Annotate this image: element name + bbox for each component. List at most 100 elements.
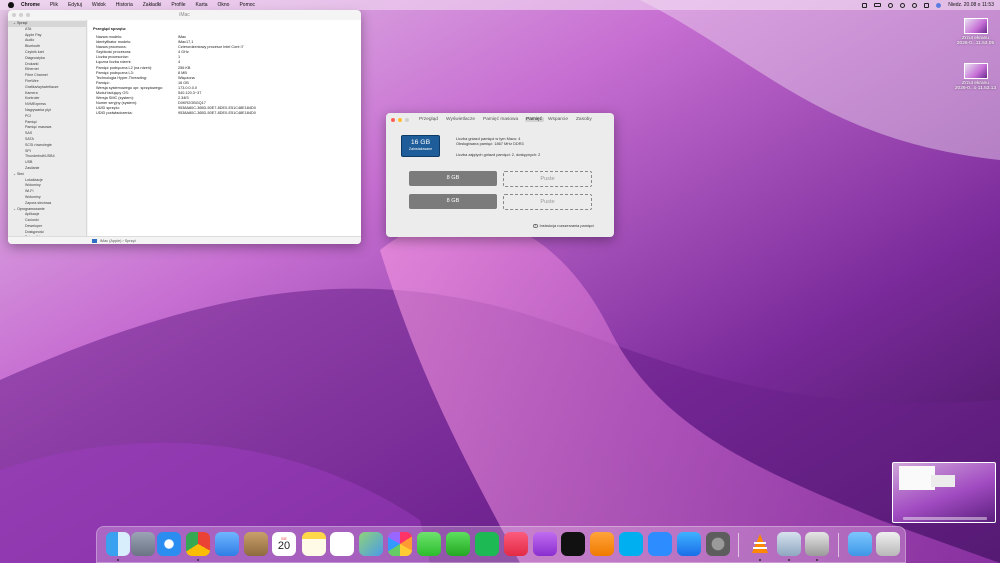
tab-overview[interactable]: Przegląd [419, 117, 438, 122]
menu-help[interactable]: Pomoc [239, 2, 255, 8]
skype-icon[interactable] [619, 532, 643, 556]
tab-support[interactable]: Wsparcie [548, 117, 568, 122]
tab-displays[interactable]: Wyświetlacze [446, 117, 475, 122]
breadcrumb-text: iMac (Apple) › Sprzęt [100, 239, 136, 243]
tab-resources[interactable]: Zasoby [576, 117, 592, 122]
preview-icon[interactable] [777, 532, 801, 556]
preview-window-2 [931, 475, 955, 487]
safari-icon[interactable] [157, 532, 181, 556]
menu-tab[interactable]: Karta [196, 2, 208, 8]
supported-memory-text: Obsługiwana pamięć: 1867 MHz DDR3 [456, 141, 524, 146]
finder-icon[interactable] [106, 532, 130, 556]
installed-label: Zainstalowane [408, 147, 433, 151]
search-icon[interactable] [912, 2, 918, 8]
screenshot-thumbnail [963, 63, 988, 79]
tab-storage[interactable]: Pamięć masowa [483, 117, 518, 122]
spec-list: Nazwa modelu: iMac Identyfikator modelu: iM… [93, 35, 361, 117]
slots-used-text: Liczba zajętych gniazd pamięci: 2, dostę… [456, 152, 541, 157]
running-indicator [816, 559, 818, 561]
tab-memory[interactable]: Pamięć [524, 117, 544, 122]
appstore-icon[interactable] [677, 532, 701, 556]
photos-icon[interactable] [388, 532, 412, 556]
memory-slot-empty-2: Puste [503, 194, 592, 210]
chrome-icon[interactable] [186, 532, 210, 556]
menu-clock[interactable]: Niedz. 20.08 o 11:53 [948, 2, 994, 8]
dock-separator [738, 533, 739, 557]
help-icon: ? [533, 223, 538, 229]
control-center-icon[interactable] [924, 2, 930, 8]
spec-value: 9538A80C-365D-50E7-8DE0-E51C48E184D0 [178, 111, 256, 116]
minimize-button[interactable] [19, 13, 23, 17]
breadcrumb: iMac (Apple) › Sprzęt [8, 236, 361, 244]
spotify-icon[interactable] [475, 532, 499, 556]
menu-history[interactable]: Historia [116, 2, 133, 8]
window-title: iMac [179, 12, 190, 18]
screenshot-thumbnail [963, 18, 988, 34]
memory-slot-empty-1: Puste [503, 171, 592, 187]
section-title: Przegląd sprzętu: [93, 26, 127, 31]
preview-window-1 [899, 466, 935, 490]
battery-icon[interactable] [874, 3, 882, 7]
books-icon[interactable] [590, 532, 614, 556]
tab-bar: Przegląd Wyświetlacze Pamięć masowa Pami… [386, 113, 614, 127]
help-text: Instrukcja rozszerzania pamięci [539, 223, 594, 228]
zoom-icon[interactable] [648, 532, 672, 556]
spec-label: UDID podwładczenia: [96, 111, 133, 116]
messages-icon[interactable] [417, 532, 441, 556]
hardware-overview: Przegląd sprzętu: Nazwa modelu: iMac Ident… [88, 20, 361, 236]
printer-icon[interactable] [805, 532, 829, 556]
maps-icon[interactable] [359, 532, 383, 556]
reminders-icon[interactable] [330, 532, 354, 556]
calendar-day: 20 [277, 539, 291, 552]
launchpad-icon[interactable] [131, 532, 155, 556]
menu-window[interactable]: Okno [218, 2, 230, 8]
folder-icon[interactable] [848, 532, 872, 556]
siri-icon[interactable] [936, 2, 942, 8]
memory-upgrade-link[interactable]: ? Instrukcja rozszerzania pamięci [533, 223, 594, 229]
desktop-file-screenshot-1[interactable]: Zrzut ekranu 2026-0...11.53.05 [948, 18, 1000, 46]
contacts-icon[interactable] [244, 532, 268, 556]
running-indicator [759, 559, 761, 561]
desktop-file-screenshot-2[interactable]: Zrzut ekranu 2026-0...o 11.53.13 [948, 63, 1000, 91]
appletv-icon[interactable] [561, 532, 585, 556]
menu-bar: Chrome Plik Edytuj Widok Historia Zakład… [0, 0, 1000, 10]
menu-view[interactable]: Widok [92, 2, 106, 8]
podcasts-icon[interactable] [533, 532, 557, 556]
menu-bookmarks[interactable]: Zakładki [143, 2, 162, 8]
wifi-icon[interactable] [888, 2, 894, 8]
memory-chip-badge: 16 GB Zainstalowane [401, 135, 440, 157]
dock: SIE 20 [96, 526, 906, 563]
memory-slot-1: 8 GB [409, 171, 497, 186]
running-indicator [197, 559, 199, 561]
menu-extras: Niedz. 20.08 o 11:53 [862, 0, 994, 10]
running-indicator [788, 559, 790, 561]
bluetooth-icon[interactable] [900, 2, 906, 8]
system-information-window: iMac ⌄ Sprzęt ATA Apple Pay Audio Bluetooth C… [8, 10, 361, 244]
zoom-button[interactable] [26, 13, 30, 17]
music-icon[interactable] [504, 532, 528, 556]
screen-mirror-icon[interactable] [862, 2, 868, 8]
running-indicator [117, 559, 119, 561]
preview-dock [903, 517, 987, 520]
window-titlebar: iMac [8, 10, 361, 20]
screenshot-preview-thumbnail[interactable] [892, 462, 996, 523]
desktop-file-label: Zrzut ekranu 2026-0...11.53.05 [956, 36, 995, 46]
computer-icon [92, 239, 97, 243]
mail-icon[interactable] [215, 532, 239, 556]
menu-profiles[interactable]: Profile [171, 2, 185, 8]
notes-icon[interactable] [302, 532, 326, 556]
apple-menu-icon[interactable] [8, 2, 14, 8]
vlc-icon[interactable] [748, 532, 772, 556]
sidebar: ⌄ Sprzęt ATA Apple Pay Audio Bluetooth Czytni… [8, 20, 87, 239]
dock-separator [838, 533, 839, 557]
spec-row: UDID podwładczenia: 9538A80C-365D-50E7-8D… [93, 111, 361, 116]
calendar-icon[interactable]: SIE 20 [272, 532, 296, 556]
menu-file[interactable]: Plik [50, 2, 58, 8]
menu-app-chrome[interactable]: Chrome [21, 2, 40, 8]
settings-icon[interactable] [706, 532, 730, 556]
facetime-icon[interactable] [446, 532, 470, 556]
installed-memory: 16 GB [410, 139, 431, 146]
close-button[interactable] [12, 13, 16, 17]
trash-icon[interactable] [876, 532, 900, 556]
menu-edit[interactable]: Edytuj [68, 2, 82, 8]
